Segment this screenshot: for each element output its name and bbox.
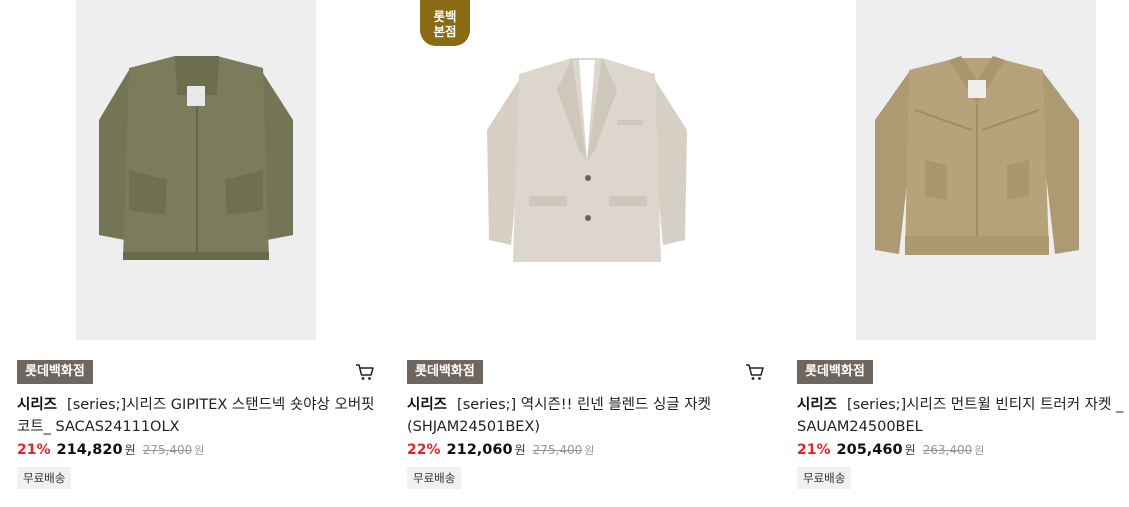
product-image-link[interactable]: 롯백 본점: [407, 0, 767, 340]
product-image-trucker-jacket: [875, 56, 1079, 255]
original-price: 263,400: [922, 443, 973, 457]
store-tag: 롯데백화점: [407, 360, 483, 384]
product-title[interactable]: 시리즈 [series;]시리즈 GIPITEX 스탠드넥 숏야상 오버핏 코트_…: [17, 394, 377, 438]
product-image-parka: [99, 56, 293, 260]
sale-price-unit: 원: [124, 443, 136, 457]
original-price-unit: 원: [974, 444, 985, 457]
product-grid: 롯데백화점 시리즈 [series;]시리즈 GIPITEX 스탠드넥 숏야상 오…: [0, 0, 1129, 507]
free-shipping-badge: 무료배송: [407, 467, 462, 489]
sale-price: 212,060: [446, 442, 513, 458]
store-tag: 롯데백화점: [797, 360, 873, 384]
product-card: 롯데백화점 시리즈 [series;]시리즈 GIPITEX 스탠드넥 숏야상 오…: [17, 0, 377, 507]
product-brand: 시리즈: [797, 397, 838, 413]
discount-rate: 21%: [17, 442, 51, 458]
product-brand: 시리즈: [17, 397, 58, 413]
product-name: [series;] 역시즌!! 린넨 블렌드 싱글 자켓 (SHJAM24501…: [407, 397, 711, 435]
store-tag: 롯데백화점: [17, 360, 93, 384]
discount-rate: 21%: [797, 442, 831, 458]
product-name: [series;]시리즈 GIPITEX 스탠드넥 숏야상 오버핏 코트_ SA…: [17, 397, 375, 435]
price-row: 21% 205,460 원 263,400 원: [797, 440, 984, 460]
free-shipping-badge: 무료배송: [797, 467, 852, 489]
product-image-blazer: [487, 58, 687, 262]
lotte-main-store-badge: 롯백 본점: [420, 0, 470, 46]
original-price: 275,400: [532, 443, 583, 457]
sale-price: 214,820: [56, 442, 123, 458]
product-image-link[interactable]: [797, 0, 1129, 340]
cart-icon[interactable]: [355, 362, 375, 382]
product-image-link[interactable]: [17, 0, 377, 340]
lotte-badge-line-1: 롯백: [433, 9, 457, 24]
free-shipping-badge: 무료배송: [17, 467, 72, 489]
product-card: 롯데백화점 시리즈 [series;]시리즈 먼트윌 빈티지 트러커 자켓 _ S…: [797, 0, 1129, 507]
product-brand: 시리즈: [407, 397, 448, 413]
cart-icon[interactable]: [745, 362, 765, 382]
product-card: 롯백 본점 롯데백화점 시리즈 [series;] 역시즌!! 린넨 블렌드 싱글…: [407, 0, 767, 507]
sale-price-unit: 원: [514, 443, 526, 457]
original-price-unit: 원: [584, 444, 595, 457]
price-row: 22% 212,060 원 275,400 원: [407, 440, 594, 460]
price-row: 21% 214,820 원 275,400 원: [17, 440, 204, 460]
sale-price: 205,460: [836, 442, 903, 458]
original-price-unit: 원: [194, 444, 205, 457]
original-price: 275,400: [142, 443, 193, 457]
discount-rate: 22%: [407, 442, 441, 458]
product-name: [series;]시리즈 먼트윌 빈티지 트러커 자켓 _ SAUAM24500…: [797, 397, 1124, 435]
lotte-badge-line-2: 본점: [433, 24, 457, 39]
product-title[interactable]: 시리즈 [series;]시리즈 먼트윌 빈티지 트러커 자켓 _ SAUAM24…: [797, 394, 1129, 438]
product-title[interactable]: 시리즈 [series;] 역시즌!! 린넨 블렌드 싱글 자켓 (SHJAM24…: [407, 394, 767, 438]
sale-price-unit: 원: [904, 443, 916, 457]
